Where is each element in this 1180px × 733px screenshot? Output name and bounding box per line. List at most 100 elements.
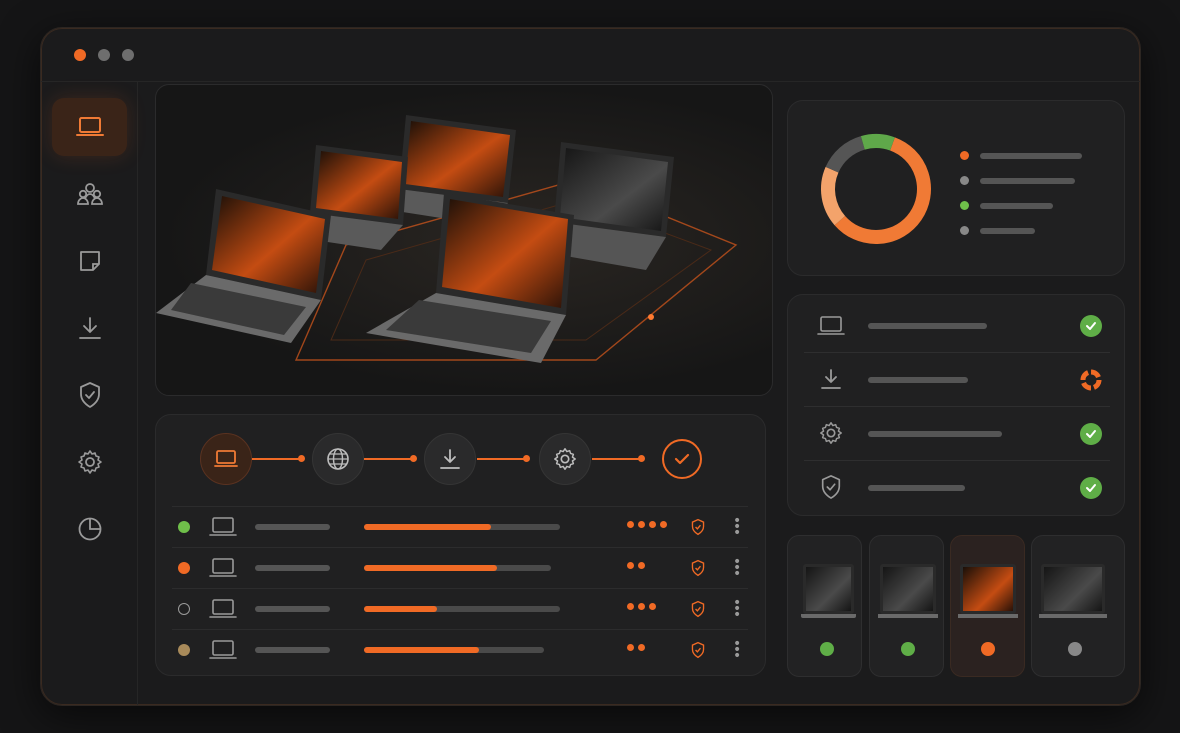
maximize-button[interactable] [122,49,134,61]
pipeline-step-network[interactable] [312,433,364,485]
laptop-icon [75,117,104,136]
shield-icon [691,518,705,536]
donut-segment [821,166,846,226]
title-bar [41,28,1140,82]
status-row-device[interactable] [804,299,1110,353]
download-icon [821,369,841,389]
close-button[interactable] [74,49,86,61]
donut-chart [821,134,931,244]
device-row[interactable]: • • • [172,588,748,628]
gear-icon [554,448,576,470]
laptop-icon [214,450,238,467]
success-check-icon [1080,315,1102,337]
thumbnail-status-dot [901,642,915,656]
device-thumbnail[interactable] [787,535,862,677]
more-options-icon[interactable]: • • • [733,514,741,540]
legend-label-placeholder [980,203,1053,209]
download-icon [78,317,101,339]
activity-dots [627,603,672,611]
pipeline-step-complete[interactable] [662,439,702,479]
status-list-card [787,294,1125,516]
sidebar-item-downloads[interactable] [52,299,127,357]
legend-swatch [960,201,969,210]
pipeline-node-dot [638,455,645,462]
sidebar-item-security[interactable] [52,366,127,424]
pipeline-connector [364,458,412,460]
more-options-icon[interactable]: • • • [733,637,741,663]
status-dot [178,644,190,656]
status-dot [178,603,190,615]
thumbnail-status-dot [820,642,834,656]
status-label-placeholder [868,485,965,491]
sidebar-item-reports[interactable] [52,500,127,558]
pipeline-step-configure[interactable] [539,433,591,485]
device-thumbnail[interactable] [869,535,944,677]
users-icon [76,183,103,205]
activity-dots [627,521,672,529]
status-dot [178,521,190,533]
deployment-panel: • • • • • • • • • • • • [155,414,766,676]
laptop-thumbnail-image [801,564,856,619]
minimize-button[interactable] [98,49,110,61]
gear-icon [820,422,842,444]
device-progress [364,524,560,530]
shield-icon [821,475,841,499]
pipeline-step-device[interactable] [200,433,252,485]
laptop-icon [817,316,845,335]
in-progress-icon [1080,369,1102,391]
sidebar-item-devices[interactable] [52,98,127,156]
more-options-icon[interactable]: • • • [733,555,741,581]
pipeline-connector [477,458,525,460]
more-options-icon[interactable]: • • • [733,596,741,622]
device-name-placeholder [255,524,330,530]
donut-segment [834,137,931,244]
device-progress [364,606,560,612]
thumbnail-status-dot [981,642,995,656]
legend-label-placeholder [980,178,1075,184]
device-row[interactable]: • • • [172,506,748,546]
status-row-security[interactable] [804,461,1110,515]
window-icon [79,251,100,271]
device-name-placeholder [255,606,330,612]
sidebar-item-windows[interactable] [52,232,127,290]
legend-label-placeholder [980,153,1082,159]
status-label-placeholder [868,377,968,383]
donut-chart-card [787,100,1125,276]
success-check-icon [1080,423,1102,445]
legend-swatch [960,151,969,160]
status-row-configuration[interactable] [804,407,1110,461]
device-thumbnails [787,535,1125,679]
shield-icon [691,641,705,659]
laptop-icon [209,599,237,618]
pipeline-connector [592,458,640,460]
sidebar-item-settings[interactable] [52,433,127,491]
gear-icon [77,450,102,474]
status-label-placeholder [868,323,987,329]
shield-icon [691,600,705,618]
laptop-thumbnail-image [1039,564,1107,619]
activity-dots [627,644,672,652]
sidebar-item-users[interactable] [52,165,127,223]
device-progress [364,565,551,571]
laptop-thumbnail-image [958,564,1018,619]
laptop-icon [209,640,237,659]
pipeline-step-download[interactable] [424,433,476,485]
device-thumbnail[interactable] [1031,535,1125,677]
laptops-illustration [156,115,738,363]
device-progress [364,647,544,653]
device-row[interactable]: • • • [172,629,748,669]
devices-hero-image [155,84,773,396]
laptop-icon [209,517,237,536]
pipeline-connector [252,458,300,460]
status-dot [178,562,190,574]
status-row-download[interactable] [804,353,1110,407]
device-row[interactable]: • • • [172,547,748,587]
device-thumbnail-selected[interactable] [950,535,1025,677]
device-name-placeholder [255,565,330,571]
laptop-icon [209,558,237,577]
pie-chart-icon [78,517,101,541]
app-window: • • • • • • • • • • • • [40,27,1141,706]
pipeline-node-dot [523,455,530,462]
legend-swatch [960,226,969,235]
shield-icon [691,559,705,577]
